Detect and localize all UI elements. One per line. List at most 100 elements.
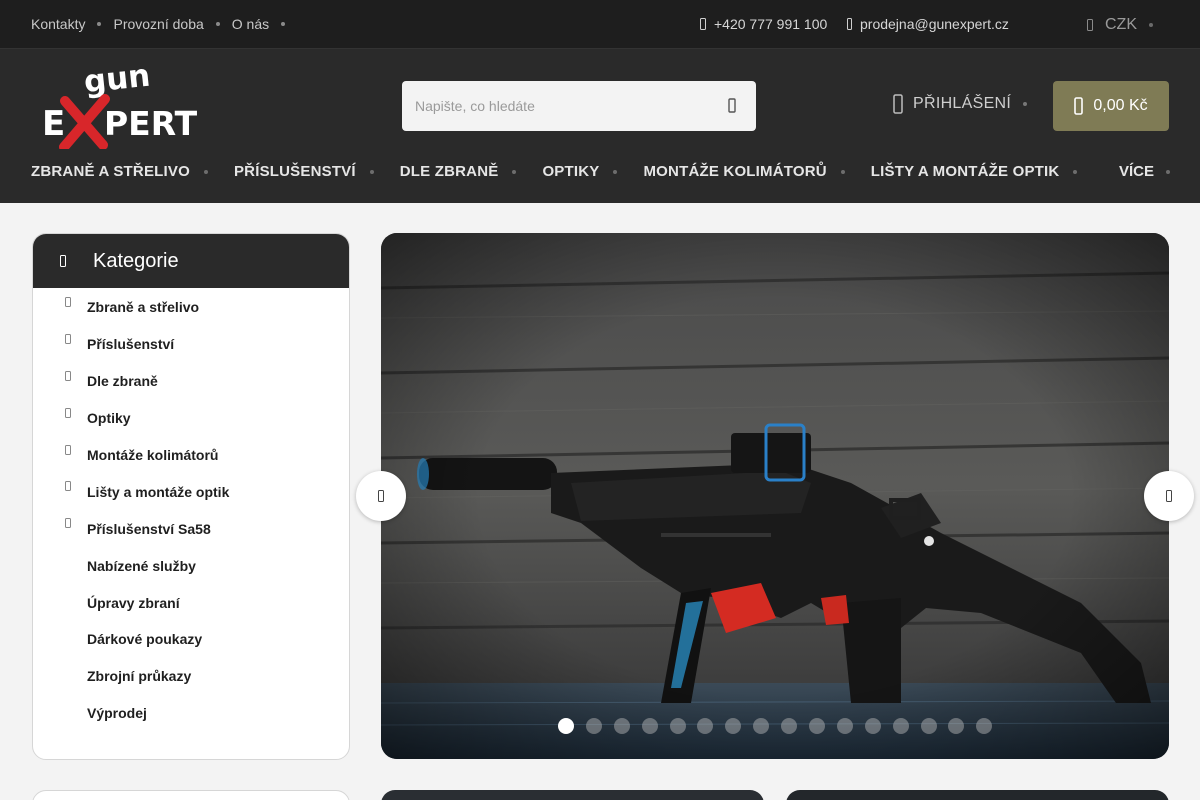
category-item[interactable]: Zbrojní průkazy bbox=[33, 658, 349, 695]
separator-dot bbox=[97, 22, 102, 26]
slider-dot[interactable] bbox=[725, 718, 742, 734]
category-item[interactable]: Dle zbraně bbox=[33, 363, 349, 400]
categories-header[interactable]: Kategorie bbox=[33, 234, 349, 288]
search-input[interactable] bbox=[402, 81, 702, 131]
gunexpert-logo[interactable]: GUN E PERT bbox=[38, 61, 220, 149]
search-icon[interactable] bbox=[722, 96, 742, 116]
category-item[interactable]: Lišty a montáže optik bbox=[33, 473, 349, 510]
category-item[interactable]: Montáže kolimátorů bbox=[33, 437, 349, 474]
slider-dot[interactable] bbox=[976, 718, 993, 734]
nav-item-rails-scope-mounts[interactable]: LIŠTY A MONTÁŽE OPTIK bbox=[871, 163, 1078, 180]
logo-x-mark bbox=[59, 94, 110, 149]
slider-dot[interactable] bbox=[585, 718, 602, 734]
expand-icon[interactable] bbox=[65, 407, 71, 418]
expand-icon[interactable] bbox=[65, 333, 71, 344]
category-item[interactable]: Optiky bbox=[33, 400, 349, 437]
slider-dot[interactable] bbox=[809, 718, 826, 734]
categories-title: Kategorie bbox=[93, 249, 179, 272]
promo-banner-2[interactable] bbox=[786, 790, 1169, 800]
hero-slider[interactable] bbox=[381, 233, 1169, 759]
nav-item-label: ZBRANĚ A STŘELIVO bbox=[31, 163, 190, 180]
slide-image[interactable] bbox=[381, 233, 1169, 759]
nav-more-button[interactable]: VÍCE bbox=[1119, 163, 1171, 180]
nav-item-label: PŘÍSLUŠENSTVÍ bbox=[233, 163, 356, 180]
category-label: Optiky bbox=[87, 410, 131, 427]
phone-icon bbox=[700, 18, 706, 30]
slider-dot[interactable] bbox=[613, 718, 630, 734]
chevron-down-icon bbox=[613, 169, 618, 174]
slider-pagination bbox=[558, 718, 1004, 734]
cart-button[interactable]: 0,00 Kč bbox=[1053, 81, 1169, 131]
currency-icon bbox=[1087, 19, 1093, 31]
login-button[interactable]: PŘIHLÁŠENÍ bbox=[893, 94, 1028, 114]
nav-item-label: OPTIKY bbox=[542, 163, 600, 180]
slider-dot[interactable] bbox=[558, 718, 574, 734]
expand-icon[interactable] bbox=[65, 518, 71, 529]
chevron-right-icon bbox=[1166, 490, 1172, 502]
separator-dot bbox=[215, 22, 220, 26]
category-item[interactable]: Příslušenství Sa58 bbox=[33, 510, 349, 547]
slider-dot[interactable] bbox=[920, 718, 937, 734]
categories-panel: Kategorie Zbraně a střelivo Příslušenství… bbox=[32, 233, 350, 760]
email-address: prodejna@gunexpert.cz bbox=[860, 16, 1009, 32]
category-item[interactable]: Dárkové poukazy bbox=[33, 621, 349, 658]
slider-dot[interactable] bbox=[753, 718, 770, 734]
expand-icon[interactable] bbox=[65, 370, 71, 381]
user-icon bbox=[893, 94, 903, 114]
chevron-down-icon bbox=[203, 169, 208, 174]
nav-item-weapons-ammo[interactable]: ZBRANĚ A STŘELIVO bbox=[31, 163, 208, 180]
slider-dot[interactable] bbox=[864, 718, 881, 734]
expand-icon[interactable] bbox=[65, 444, 71, 455]
svg-text:E: E bbox=[42, 104, 65, 144]
category-label: Úpravy zbraní bbox=[87, 594, 180, 611]
nav-item-optics[interactable]: OPTIKY bbox=[542, 163, 618, 180]
slider-dot[interactable] bbox=[641, 718, 658, 734]
category-label: Dárkové poukazy bbox=[87, 631, 203, 648]
link-contacts[interactable]: Kontakty bbox=[31, 16, 85, 32]
category-list: Zbraně a střelivo Příslušenství Dle zbraně… bbox=[33, 288, 349, 732]
slider-dot[interactable] bbox=[892, 718, 909, 734]
slider-next-button[interactable] bbox=[1144, 471, 1194, 521]
nav-item-by-weapon[interactable]: DLE ZBRANĚ bbox=[400, 163, 517, 180]
nav-item-red-dot-mounts[interactable]: MONTÁŽE KOLIMÁTORŮ bbox=[643, 163, 845, 180]
chevron-down-icon bbox=[1073, 169, 1078, 174]
expand-icon[interactable] bbox=[65, 481, 71, 492]
category-item[interactable]: Úpravy zbraní bbox=[33, 584, 349, 621]
category-item[interactable]: Příslušenství bbox=[33, 326, 349, 363]
login-label: PŘIHLÁŠENÍ bbox=[913, 95, 1012, 112]
category-label: Dle zbraně bbox=[87, 373, 158, 390]
category-item[interactable]: Nabízené služby bbox=[33, 547, 349, 584]
phone-contact[interactable]: +420 777 991 100 bbox=[700, 16, 827, 32]
category-item[interactable]: Výprodej bbox=[33, 695, 349, 732]
top-links: Kontakty Provozní doba O nás bbox=[31, 16, 297, 32]
category-label: Příslušenství Sa58 bbox=[87, 520, 211, 537]
slider-dot[interactable] bbox=[697, 718, 714, 734]
link-opening-hours[interactable]: Provozní doba bbox=[113, 16, 203, 32]
slider-prev-button[interactable] bbox=[356, 471, 406, 521]
email-contact[interactable]: prodejna@gunexpert.cz bbox=[847, 16, 1009, 32]
slider-dot[interactable] bbox=[948, 718, 965, 734]
cart-icon bbox=[1074, 97, 1084, 115]
currency-selector[interactable]: CZK bbox=[1087, 16, 1153, 34]
nav-item-accessories[interactable]: PŘÍSLUŠENSTVÍ bbox=[234, 163, 374, 180]
slider-dot[interactable] bbox=[781, 718, 798, 734]
slider-dot[interactable] bbox=[836, 718, 853, 734]
category-item[interactable]: Zbraně a střelivo bbox=[33, 289, 349, 326]
svg-text:PERT: PERT bbox=[104, 104, 198, 143]
expand-icon[interactable] bbox=[65, 297, 71, 307]
chevron-down-icon bbox=[1023, 102, 1028, 106]
email-icon bbox=[847, 18, 852, 30]
chevron-left-icon bbox=[378, 490, 384, 502]
chevron-down-icon bbox=[369, 169, 374, 174]
nav-more-label: VÍCE bbox=[1119, 163, 1155, 180]
nav-item-label: DLE ZBRANĚ bbox=[399, 163, 499, 180]
category-label: Příslušenství bbox=[87, 336, 175, 353]
promo-banner-1[interactable] bbox=[381, 790, 764, 800]
chevron-down-icon bbox=[1166, 169, 1171, 174]
nav-item-label: MONTÁŽE KOLIMÁTORŮ bbox=[643, 163, 827, 180]
slider-dot[interactable] bbox=[669, 718, 686, 734]
category-label: Lišty a montáže optik bbox=[87, 483, 230, 500]
chevron-down-icon bbox=[1149, 23, 1153, 27]
link-about-us[interactable]: O nás bbox=[232, 16, 269, 32]
category-label: Zbraně a střelivo bbox=[87, 299, 200, 316]
